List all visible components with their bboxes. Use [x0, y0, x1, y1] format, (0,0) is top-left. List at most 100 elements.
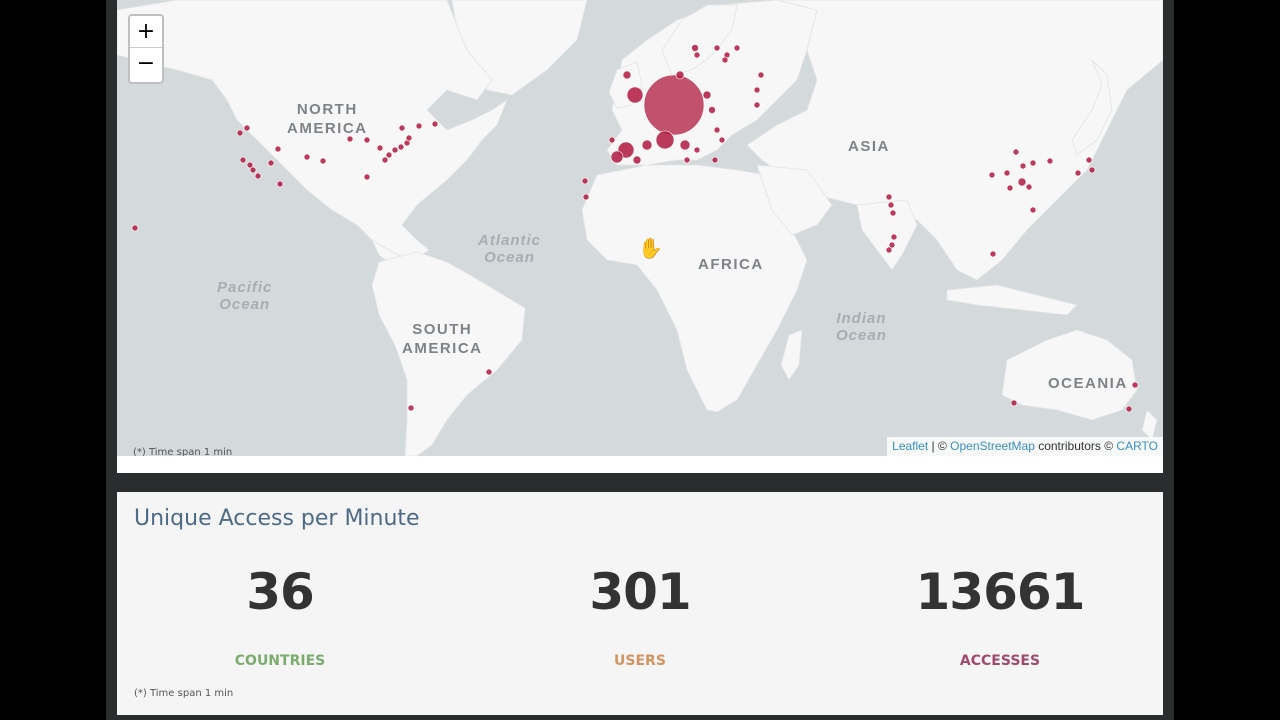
zoom-in-button[interactable]: + [130, 16, 162, 48]
map-attribution: Leaflet | © OpenStreetMap contributors ©… [887, 437, 1163, 456]
marker [1131, 381, 1139, 389]
marker [885, 246, 893, 254]
land-nz [1141, 409, 1158, 441]
marker [718, 136, 726, 144]
osm-link[interactable]: OpenStreetMap [950, 439, 1035, 453]
marker [431, 120, 439, 128]
marker [693, 51, 701, 59]
marker [757, 71, 765, 79]
zoom-control: + − [128, 14, 164, 84]
marker [887, 201, 895, 209]
marker [632, 155, 642, 165]
land-madagascar [780, 329, 803, 381]
marker [608, 136, 616, 144]
leaflet-link[interactable]: Leaflet [892, 439, 928, 453]
marker [1085, 156, 1093, 164]
attribution-sep: | © [928, 439, 951, 453]
marker [1025, 183, 1033, 191]
marker [582, 193, 590, 201]
stats-time-span-note: (*) Time span 1 min [134, 688, 234, 699]
label-indian-ocean: Indian Ocean [836, 310, 887, 344]
marker [398, 124, 406, 132]
world-map[interactable]: + − NORTH AMERICA SOUTH AMERICA AFRICA A… [117, 0, 1163, 456]
marker [1006, 184, 1014, 192]
marker [675, 70, 685, 80]
marker [381, 156, 389, 164]
marker [276, 180, 284, 188]
marker [641, 139, 653, 151]
marker [581, 177, 589, 185]
marker [385, 151, 393, 159]
marker [655, 130, 675, 150]
marker [1019, 162, 1027, 170]
marker [721, 56, 729, 64]
marker [405, 134, 413, 142]
marker [988, 171, 996, 179]
marker [249, 166, 257, 174]
label-africa: AFRICA [698, 256, 764, 273]
users-value: 301 [589, 563, 691, 621]
marker [274, 145, 282, 153]
marker [890, 233, 898, 241]
marker [885, 193, 893, 201]
label-pacific-ocean: Pacific Ocean [217, 279, 273, 313]
marker [1029, 159, 1037, 167]
marker [1125, 405, 1133, 413]
marker [243, 124, 251, 132]
marker [889, 209, 897, 217]
marker [376, 144, 384, 152]
marker-europe-main [643, 74, 705, 136]
zoom-out-button[interactable]: − [130, 48, 162, 80]
marker [319, 157, 327, 165]
marker [622, 70, 632, 80]
attribution-contributors: contributors © [1034, 439, 1117, 453]
marker [702, 90, 712, 100]
marker [713, 126, 721, 134]
marker [303, 153, 311, 161]
label-asia: ASIA [848, 138, 890, 155]
marker [1012, 148, 1020, 156]
marker [239, 156, 247, 164]
marker [753, 101, 761, 109]
marker [1088, 166, 1096, 174]
stats-title: Unique Access per Minute [134, 506, 420, 531]
marker [363, 173, 371, 181]
countries-label: COUNTRIES [234, 653, 326, 669]
marker [691, 44, 699, 52]
marker [267, 159, 275, 167]
hand-grab-icon: ✋ [638, 236, 663, 260]
label-atlantic-ocean: Atlantic Ocean [478, 232, 542, 266]
marker [131, 224, 139, 232]
stats-panel: Unique Access per Minute 36 COUNTRIES 30… [117, 492, 1163, 715]
marker [708, 106, 716, 114]
label-oceania: OCEANIA [1048, 375, 1128, 392]
marker [1074, 169, 1082, 177]
label-north-america: NORTH AMERICA [287, 101, 368, 137]
marker [753, 86, 761, 94]
carto-link[interactable]: CARTO [1116, 439, 1158, 453]
marker [626, 86, 644, 104]
marker [711, 156, 719, 164]
land-asia [746, 0, 1163, 281]
marker [407, 404, 415, 412]
marker [236, 129, 244, 137]
marker [733, 44, 741, 52]
stat-accesses: 13661 ACCESSES [850, 560, 1150, 669]
marker [1046, 157, 1054, 165]
accesses-value: 13661 [915, 563, 1086, 621]
marker [397, 143, 405, 151]
countries-value: 36 [246, 563, 315, 621]
marker [485, 368, 493, 376]
marker [989, 250, 997, 258]
marker [693, 146, 701, 154]
label-south-america: SOUTH AMERICA [402, 321, 483, 357]
marker [1017, 177, 1027, 187]
marker [1010, 399, 1018, 407]
marker [391, 146, 399, 154]
map-time-span-note: (*) Time span 1 min [133, 447, 233, 456]
marker [415, 122, 423, 130]
stat-users: 301 USERS [490, 560, 790, 669]
marker [1003, 169, 1011, 177]
accesses-label: ACCESSES [959, 653, 1041, 669]
marker [713, 44, 721, 52]
